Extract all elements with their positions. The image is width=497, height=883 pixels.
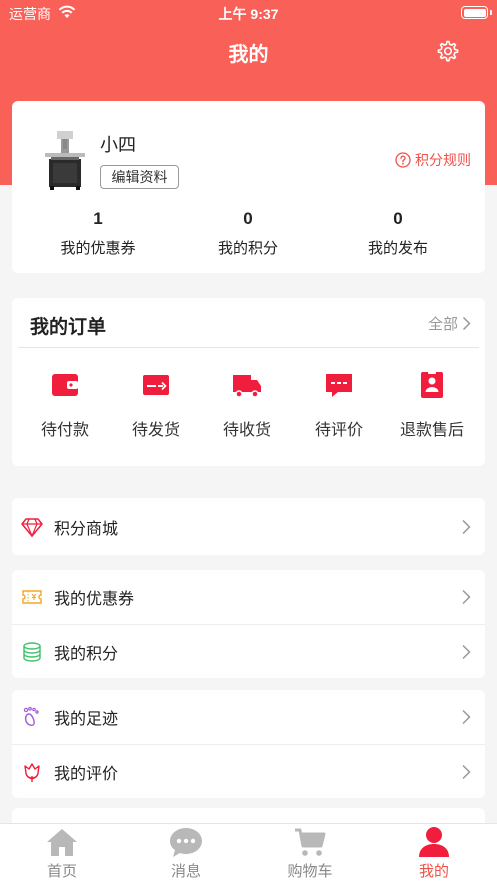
stat-points[interactable]: 0 我的积分 (178, 209, 318, 258)
battery-icon (461, 6, 488, 19)
order-pending-shipment[interactable]: 待发货 (111, 370, 201, 440)
menu-group-mall: 积分商城 (12, 498, 485, 555)
stat-value: 1 (93, 209, 103, 228)
chevron-right-icon (462, 589, 471, 605)
chevron-right-icon (462, 644, 471, 659)
menu-label: 我的优惠券 (54, 591, 135, 608)
gear-icon[interactable] (436, 39, 460, 63)
orders-card: 我的订单 全部 待付款 待发货 待收货 待评价 退款售后 (12, 298, 485, 466)
page-title: 我的 (228, 44, 269, 66)
chevron-right-icon (462, 316, 471, 331)
truck-icon (233, 375, 261, 398)
order-label: 待评价 (314, 422, 363, 439)
stat-value: 0 (243, 209, 253, 228)
menu-item-points-mall[interactable]: 积分商城 (12, 498, 485, 555)
menu-group-activity: 我的足迹 我的评价 (12, 690, 485, 798)
tab-label: 我的 (418, 863, 449, 880)
points-rules-label: 积分规则 (415, 152, 471, 168)
tab-cart[interactable]: 购物车 (248, 824, 372, 881)
tab-label: 首页 (46, 863, 77, 880)
tab-home[interactable]: 首页 (0, 824, 124, 881)
diamond-icon (21, 517, 43, 538)
stat-value: 0 (393, 209, 403, 228)
menu-item-reviews[interactable]: 我的评价 (12, 744, 485, 798)
menu-label: 我的积分 (54, 645, 119, 663)
order-pending-review[interactable]: 待评价 (294, 370, 384, 440)
tab-messages[interactable]: 消息 (124, 824, 248, 881)
order-label: 待付款 (40, 422, 89, 439)
wallet-icon (52, 374, 78, 396)
flower-icon (24, 762, 40, 782)
order-pending-receipt[interactable]: 待收货 (202, 370, 292, 440)
all-orders-label: 全部 (427, 316, 458, 333)
edit-profile-button[interactable]: 编辑资料 (100, 165, 179, 189)
menu-item-coupons[interactable]: 我的优惠券 (12, 570, 485, 624)
coupon-icon (22, 590, 42, 604)
battery-tip (490, 10, 492, 15)
status-time: 上午 9:37 (218, 6, 279, 22)
menu-group-assets: 我的优惠券 我的积分 (12, 570, 485, 678)
tab-label: 消息 (170, 863, 201, 880)
user-icon (419, 827, 449, 857)
order-pending-payment[interactable]: 待付款 (20, 370, 110, 440)
stat-label: 我的优惠券 (60, 240, 136, 257)
menu-item-points[interactable]: 我的积分 (12, 624, 485, 678)
shipping-card-icon (143, 375, 169, 395)
stat-coupons[interactable]: 1 我的优惠券 (28, 209, 168, 258)
chat-icon (170, 828, 202, 857)
stat-label: 我的积分 (217, 240, 278, 257)
order-label: 待收货 (222, 422, 271, 439)
chevron-right-icon (462, 764, 471, 779)
username: 小四 (100, 135, 136, 155)
chevron-right-icon (462, 519, 471, 534)
divider (18, 347, 479, 348)
chevron-right-icon (462, 709, 471, 725)
footprint-icon (23, 706, 39, 726)
tab-label: 购物车 (287, 863, 333, 880)
menu-label: 我的评价 (54, 765, 119, 783)
profile-card: 小四 编辑资料 积分规则 1 我的优惠券 0 我的积分 0 我的发布 (12, 101, 485, 273)
menu-label: 我的足迹 (54, 711, 119, 728)
all-orders-link[interactable]: 全部 (428, 313, 471, 334)
orders-title: 我的订单 (30, 317, 107, 338)
help-icon (395, 152, 411, 168)
order-label: 退款售后 (399, 422, 464, 439)
order-refund[interactable]: 退款售后 (387, 370, 477, 440)
avatar[interactable] (39, 129, 91, 191)
menu-label: 积分商城 (54, 520, 119, 538)
stat-label: 我的发布 (367, 240, 428, 257)
comment-icon (326, 374, 352, 397)
tab-bar: 首页 消息 购物车 我的 (0, 823, 497, 883)
coins-icon (23, 641, 41, 662)
stat-posts[interactable]: 0 我的发布 (328, 209, 468, 258)
status-bar: 运营商 上午 9:37 (0, 0, 497, 26)
home-icon (47, 829, 77, 856)
tab-profile[interactable]: 我的 (372, 824, 496, 881)
cart-icon (295, 828, 326, 856)
menu-item-footprints[interactable]: 我的足迹 (12, 690, 485, 744)
order-label: 待发货 (131, 422, 180, 439)
points-rules-link[interactable]: 积分规则 (395, 150, 471, 170)
refund-icon (421, 371, 443, 398)
